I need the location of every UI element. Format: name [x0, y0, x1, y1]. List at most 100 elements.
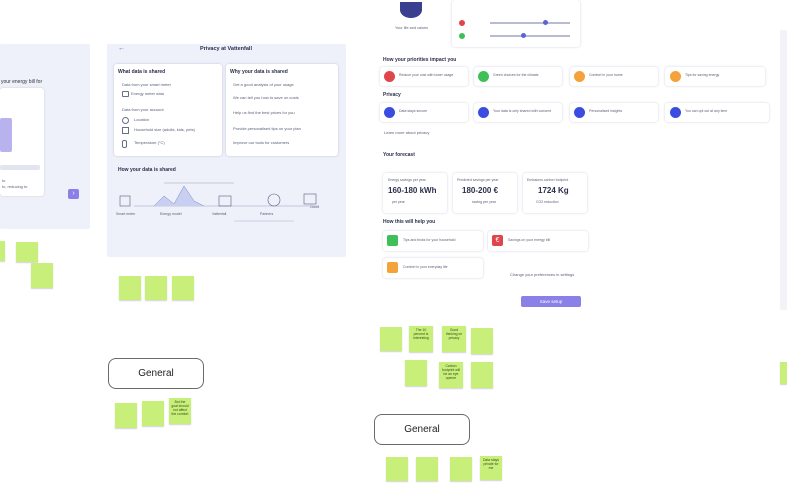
privacy-text: You can opt out at any time — [685, 109, 728, 113]
help-title: How this will help you — [383, 219, 436, 225]
sticky-note[interactable] — [172, 276, 194, 300]
forecast-value: 160-180 kWh — [388, 186, 437, 195]
priority-text: Green choices for the climate — [493, 73, 539, 77]
green-slider-dot — [459, 33, 465, 39]
data-item: Household size (adults, kids, pets) — [134, 127, 195, 132]
privacy-link[interactable]: Learn more about privacy — [384, 130, 429, 135]
left-next-button[interactable]: › — [68, 189, 79, 199]
left-panel-line: to — [2, 178, 6, 183]
sticky-note[interactable] — [416, 457, 438, 481]
group-title: Data from your smart meter — [122, 82, 171, 87]
flow-label: Vattenfall — [212, 212, 227, 216]
general-button[interactable]: General — [108, 358, 204, 389]
comfort-icon — [574, 71, 585, 82]
tips-icon — [670, 71, 681, 82]
how-data-heading: How your data is shared — [118, 167, 176, 173]
sticky-note[interactable]: Good thinking on privacy — [442, 326, 466, 352]
sticky-note[interactable] — [16, 242, 38, 262]
slider-track[interactable] — [490, 22, 570, 24]
settings-link[interactable]: Change your preferences in settings — [510, 272, 574, 277]
sticky-note[interactable]: The 10 percent is interesting — [409, 326, 433, 352]
comfort-square-icon — [387, 262, 398, 273]
slider-track[interactable] — [490, 35, 570, 37]
data-item: Location — [134, 117, 150, 122]
sticky-note[interactable] — [386, 457, 408, 481]
sticky-note[interactable] — [405, 360, 427, 386]
data-flow-diagram — [119, 182, 319, 222]
data-item: Energy meter data — [131, 91, 164, 96]
forecast-sub: per year — [392, 200, 405, 204]
forecast-value: 1724 Kg — [538, 186, 569, 195]
privacy-title: Privacy at Vattenfall — [200, 46, 252, 52]
priorities-title: How your priorities impact you — [383, 57, 457, 63]
person-icon — [574, 107, 585, 118]
priority-text: Tips for saving energy — [685, 73, 720, 77]
why-bullet: We can tell you how to save on costs — [233, 95, 299, 100]
privacy-text: Your data is only shared with consent — [493, 109, 551, 113]
sticky-note[interactable] — [780, 362, 787, 384]
sticky-note[interactable] — [450, 457, 472, 481]
help-text: Savings on your energy bill — [508, 238, 551, 242]
what-data-heading: What data is shared — [118, 69, 166, 75]
privacy-text: Personalised insights — [589, 109, 623, 113]
tips-square-icon — [387, 235, 398, 246]
save-setup-button[interactable]: Save setup — [521, 296, 581, 307]
forecast-label: Predicted savings per year — [457, 178, 499, 182]
flow-label: Smart meter — [116, 212, 136, 216]
avatar — [400, 2, 422, 18]
help-text: Comfort in your everyday life — [403, 265, 448, 269]
privacy-text: Data stays secure — [399, 109, 428, 113]
sticky-note[interactable]: Carbon footprint will be an eye opener — [439, 362, 463, 388]
red-slider-dot — [459, 20, 465, 26]
right-partial-panel — [780, 30, 787, 310]
general-button[interactable]: General — [374, 414, 470, 445]
leaf-icon — [478, 71, 489, 82]
household-icon — [122, 127, 129, 134]
left-panel-heading: your energy bill for — [1, 79, 43, 85]
flow-label: Cloud — [310, 205, 320, 209]
forecast-value: 180-200 € — [462, 186, 499, 195]
lock-icon — [478, 107, 489, 118]
sticky-note[interactable] — [471, 362, 493, 388]
slider-thumb[interactable] — [521, 33, 526, 38]
cost-icon — [384, 71, 395, 82]
forecast-label: Emissions carbon footprint — [527, 178, 569, 182]
sticky-note[interactable] — [31, 263, 53, 288]
priority-text: Comfort in your home — [589, 73, 623, 77]
priority-text: Reduce your cost with lower usage — [399, 73, 454, 77]
sticky-note[interactable]: Data stays private for me — [480, 456, 502, 480]
sticky-note[interactable] — [119, 276, 141, 300]
avatar-caption: Your life and values — [395, 26, 429, 30]
why-bullet: Provide personalised tips on your plan — [233, 126, 301, 131]
sticky-note[interactable] — [145, 276, 167, 300]
why-data-heading: Why your data is shared — [230, 69, 288, 75]
flow-label: Partners — [260, 212, 274, 216]
sticky-note[interactable] — [471, 328, 493, 354]
privacy-section-title: Privacy — [383, 92, 401, 98]
left-panel-bar — [0, 165, 40, 170]
forecast-sub: CO2 reduction — [536, 200, 559, 204]
sticky-note[interactable] — [115, 403, 137, 428]
thermometer-icon — [122, 140, 127, 148]
euro-icon: € — [492, 235, 503, 246]
slider-thumb[interactable] — [543, 20, 548, 25]
arrow-left-icon[interactable]: ← — [118, 45, 125, 52]
data-item: Temperature (°C) — [134, 140, 165, 145]
sticky-note[interactable] — [0, 241, 5, 261]
flow-label: Energy model — [160, 212, 182, 216]
sticky-note[interactable] — [380, 327, 402, 351]
shield-icon — [384, 107, 395, 118]
location-icon — [122, 117, 129, 124]
help-text: Tips and tricks for your household — [403, 238, 456, 242]
group-title: Data from your account — [122, 107, 164, 112]
left-panel-line: to, reducing to — [2, 184, 28, 189]
forecast-sub: saving per year — [472, 200, 496, 204]
why-bullet: Improve our tools for customers — [233, 140, 290, 145]
sticky-note[interactable] — [142, 401, 164, 426]
left-panel-illustration — [0, 118, 12, 152]
forecast-label: Energy savings per year — [388, 178, 426, 182]
sticky-note[interactable]: But the goal should not affect the comfo… — [169, 398, 191, 424]
meter-icon — [122, 91, 129, 97]
why-bullet: Get a good analysis of your usage — [233, 82, 294, 87]
opt-out-icon — [670, 107, 681, 118]
